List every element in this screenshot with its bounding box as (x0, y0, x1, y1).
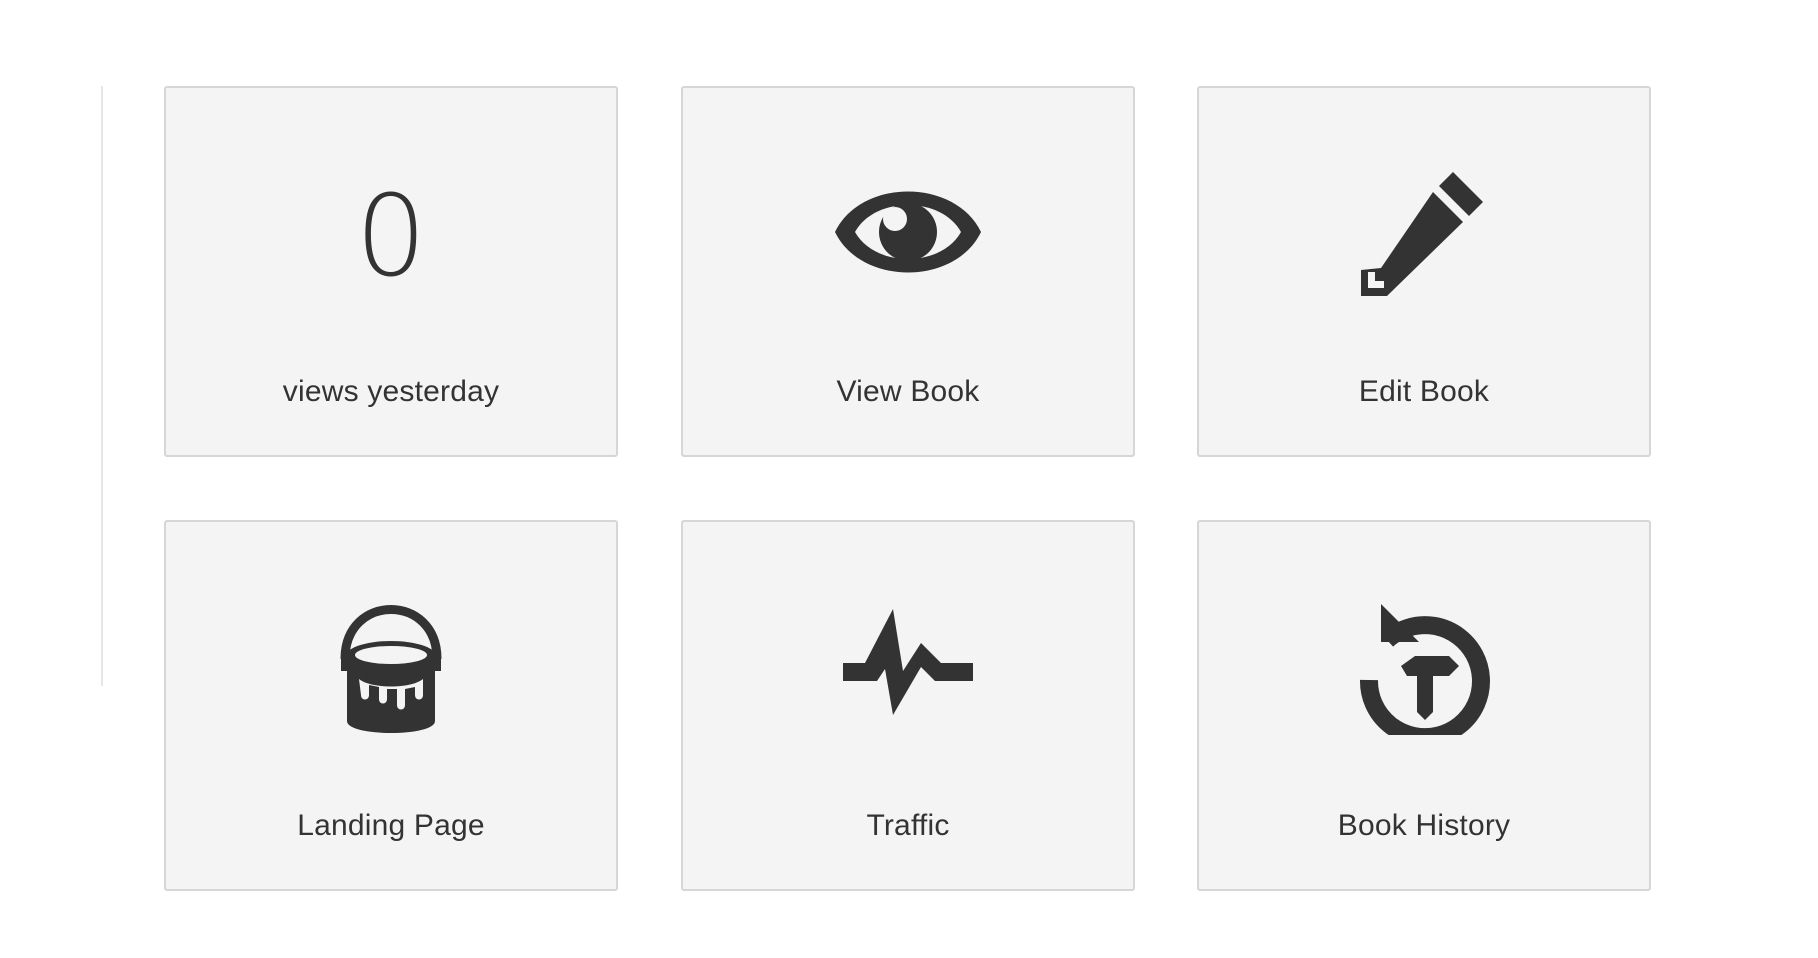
stat-value-area: 0 (166, 88, 616, 378)
traffic-label: Traffic (866, 809, 950, 842)
views-yesterday-tile[interactable]: 0 views yesterday (164, 86, 618, 457)
pencil-icon (1199, 88, 1649, 378)
book-history-label: Book History (1337, 809, 1511, 842)
edit-book-label: Edit Book (1358, 375, 1490, 408)
landing-page-label: Landing Page (297, 809, 485, 842)
view-book-label: View Book (836, 375, 980, 408)
dashboard-page: 0 views yesterday View Book Edit Book La… (0, 0, 1818, 958)
pulse-icon (683, 522, 1133, 812)
view-book-tile[interactable]: View Book (681, 86, 1135, 457)
paint-bucket-icon (166, 522, 616, 812)
traffic-tile[interactable]: Traffic (681, 520, 1135, 891)
book-history-tile[interactable]: Book History (1197, 520, 1651, 891)
views-yesterday-count: 0 (355, 172, 427, 302)
eye-icon (683, 88, 1133, 378)
landing-page-tile[interactable]: Landing Page (164, 520, 618, 891)
edit-book-tile[interactable]: Edit Book (1197, 86, 1651, 457)
views-yesterday-label: views yesterday (282, 375, 500, 408)
history-icon (1199, 522, 1649, 812)
vertical-divider (101, 86, 103, 686)
